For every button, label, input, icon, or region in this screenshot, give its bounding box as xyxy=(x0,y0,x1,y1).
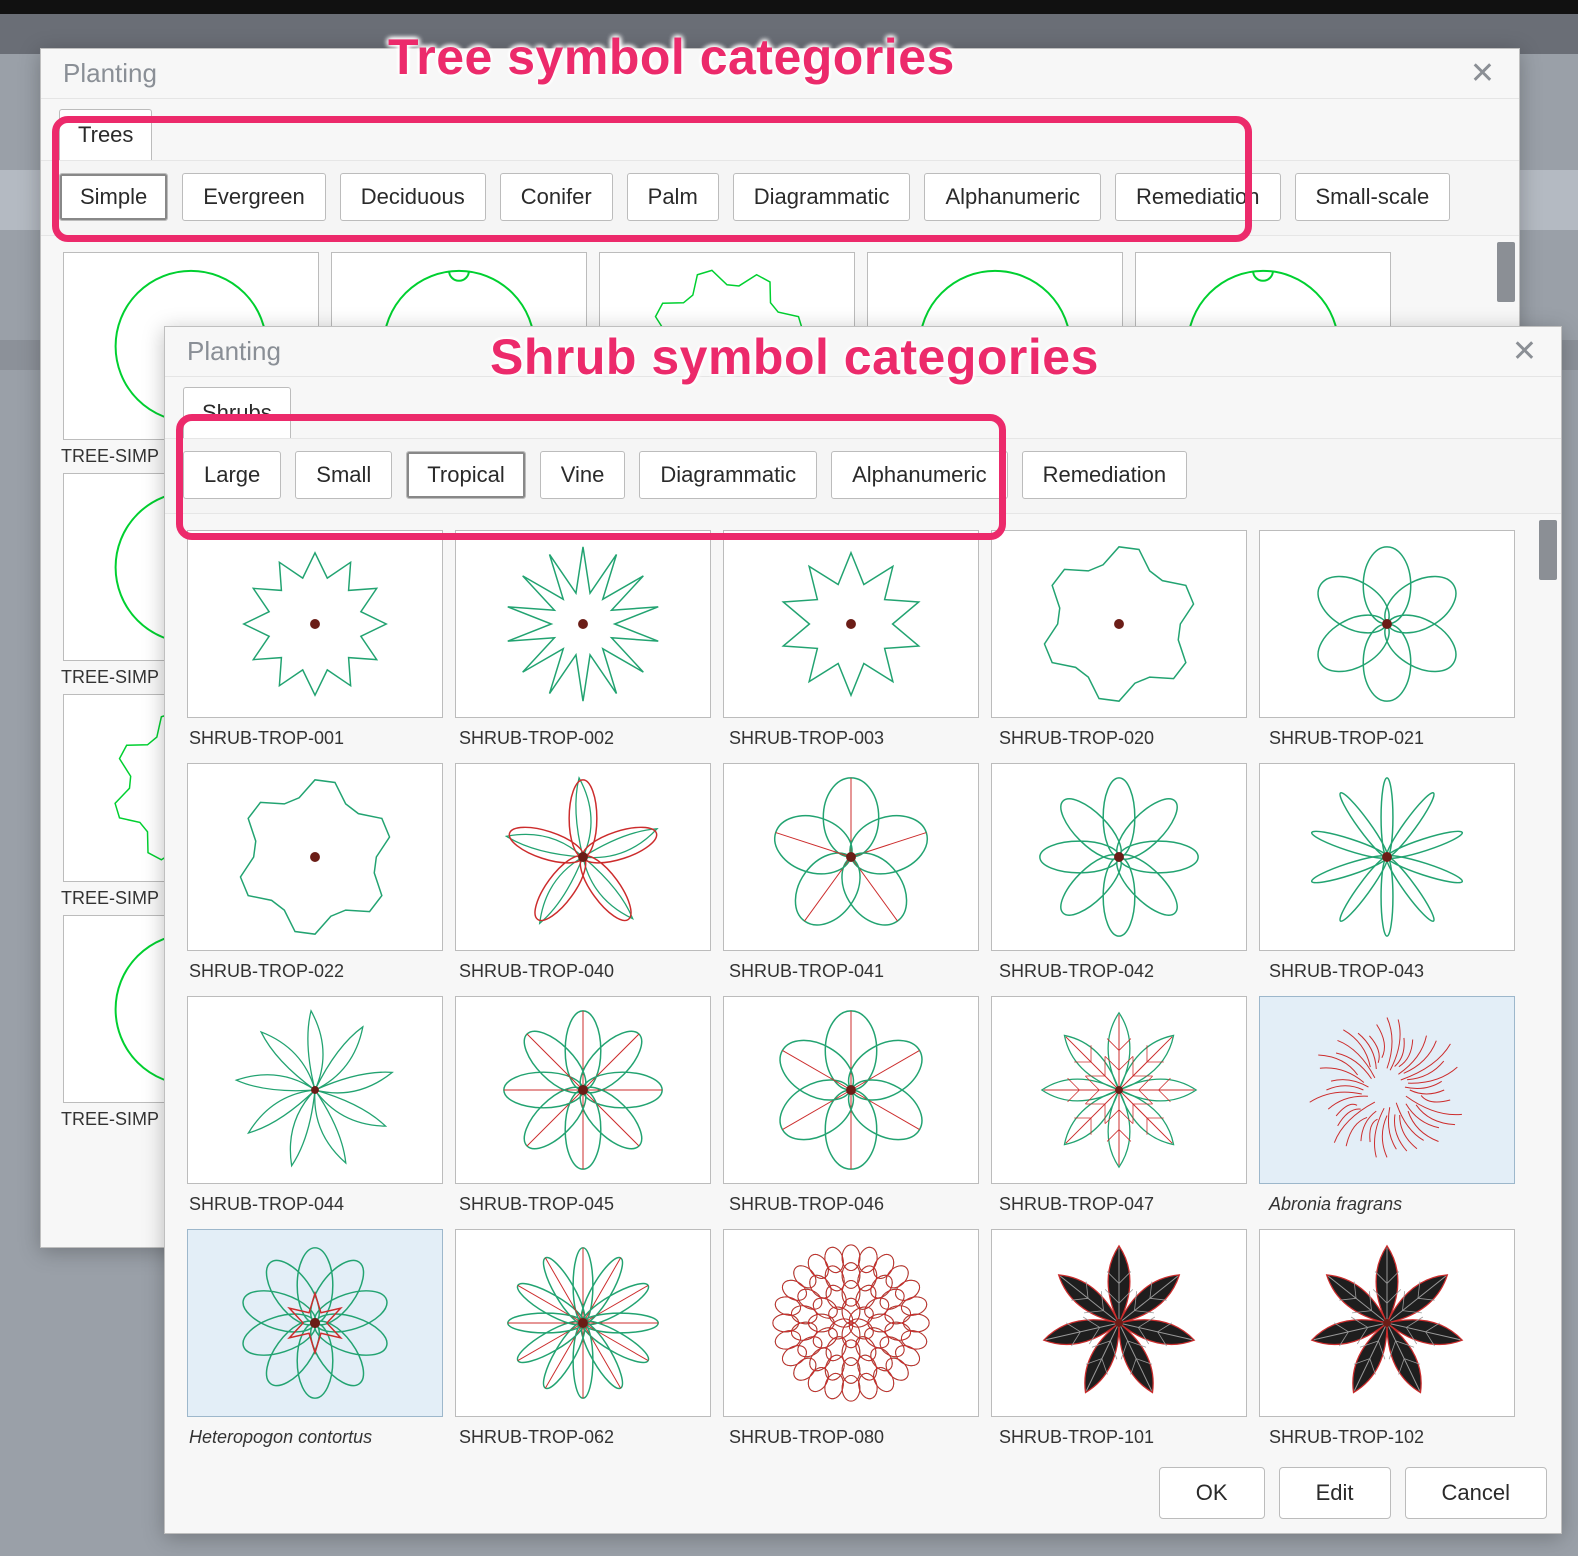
shrub-thumb-label: SHRUB-TROP-080 xyxy=(729,1427,985,1448)
shrub-thumb-label: Abronia fragrans xyxy=(1269,1194,1525,1215)
category-btn-large[interactable]: Large xyxy=(183,451,281,499)
category-btn-tropical[interactable]: Tropical xyxy=(406,451,525,499)
category-row-trees: Simple Evergreen Deciduous Conifer Palm Diagr… xyxy=(41,160,1519,236)
dialog-title: Planting xyxy=(187,336,281,367)
category-btn-small-scale[interactable]: Small-scale xyxy=(1295,173,1451,221)
shrub-thumb[interactable] xyxy=(723,1229,979,1417)
dialog-header: Planting ✕ xyxy=(41,49,1519,99)
shrub-thumb-label: SHRUB-TROP-002 xyxy=(459,728,715,749)
shrub-thumb[interactable] xyxy=(991,763,1247,951)
category-btn-simple[interactable]: Simple xyxy=(59,173,168,221)
tab-row: Shrubs xyxy=(165,377,1561,438)
shrub-thumb-label: SHRUB-TROP-020 xyxy=(999,728,1255,749)
category-btn-diagrammatic[interactable]: Diagrammatic xyxy=(639,451,817,499)
shrub-thumb-label: SHRUB-TROP-101 xyxy=(999,1427,1255,1448)
app-titlebar xyxy=(0,0,1578,14)
shrub-thumb-label: SHRUB-TROP-044 xyxy=(189,1194,445,1215)
shrub-thumb-label: SHRUB-TROP-102 xyxy=(1269,1427,1525,1448)
shrub-thumb-label: SHRUB-TROP-021 xyxy=(1269,728,1525,749)
shrub-thumb[interactable] xyxy=(1259,996,1515,1184)
shrub-thumb-label: SHRUB-TROP-041 xyxy=(729,961,985,982)
tab-row: Trees xyxy=(41,99,1519,160)
shrub-thumb[interactable] xyxy=(991,530,1247,718)
dialog-title: Planting xyxy=(63,58,157,89)
close-icon[interactable]: ✕ xyxy=(1464,54,1501,93)
tab-shrubs[interactable]: Shrubs xyxy=(183,387,291,438)
shrub-thumb[interactable] xyxy=(723,763,979,951)
category-btn-alphanumeric[interactable]: Alphanumeric xyxy=(831,451,1008,499)
shrub-thumb[interactable] xyxy=(723,996,979,1184)
category-btn-remediation[interactable]: Remediation xyxy=(1022,451,1188,499)
scrollbar-thumb[interactable] xyxy=(1497,242,1515,302)
shrub-thumb-label: SHRUB-TROP-042 xyxy=(999,961,1255,982)
shrub-thumb[interactable] xyxy=(455,530,711,718)
close-icon[interactable]: ✕ xyxy=(1506,332,1543,371)
tab-trees[interactable]: Trees xyxy=(59,109,152,160)
shrub-thumb[interactable] xyxy=(187,1229,443,1417)
scrollbar-thumb[interactable] xyxy=(1539,520,1557,580)
shrub-thumb-label: SHRUB-TROP-062 xyxy=(459,1427,715,1448)
shrub-thumb[interactable] xyxy=(1259,763,1515,951)
shrub-thumb[interactable] xyxy=(723,530,979,718)
shrub-thumb[interactable] xyxy=(187,763,443,951)
shrub-thumb-label: SHRUB-TROP-047 xyxy=(999,1194,1255,1215)
shrub-thumb[interactable] xyxy=(455,763,711,951)
shrub-thumb-label: SHRUB-TROP-003 xyxy=(729,728,985,749)
category-btn-deciduous[interactable]: Deciduous xyxy=(340,173,486,221)
thumbnail-grid-shrubs: SHRUB-TROP-001 SHRUB-TROP-002 SHRUB-TROP-0… xyxy=(165,514,1561,1486)
shrub-thumb-label: SHRUB-TROP-043 xyxy=(1269,961,1525,982)
category-btn-vine[interactable]: Vine xyxy=(540,451,626,499)
shrub-thumb[interactable] xyxy=(1259,530,1515,718)
cancel-button[interactable]: Cancel xyxy=(1405,1467,1547,1519)
dialog-footer: OK Edit Cancel xyxy=(1159,1467,1547,1519)
category-btn-diagrammatic[interactable]: Diagrammatic xyxy=(733,173,911,221)
ok-button[interactable]: OK xyxy=(1159,1467,1265,1519)
edit-button[interactable]: Edit xyxy=(1279,1467,1391,1519)
shrub-thumb[interactable] xyxy=(1259,1229,1515,1417)
shrub-thumb-label: SHRUB-TROP-045 xyxy=(459,1194,715,1215)
shrub-thumb[interactable] xyxy=(991,996,1247,1184)
shrub-thumb[interactable] xyxy=(991,1229,1247,1417)
shrub-thumb[interactable] xyxy=(455,996,711,1184)
shrub-thumb[interactable] xyxy=(187,996,443,1184)
category-btn-conifer[interactable]: Conifer xyxy=(500,173,613,221)
category-btn-alphanumeric[interactable]: Alphanumeric xyxy=(924,173,1101,221)
dialog-header: Planting ✕ xyxy=(165,327,1561,377)
planting-dialog-shrubs: Planting ✕ Shrubs Large Small Tropical Vine… xyxy=(164,326,1562,1534)
category-btn-palm[interactable]: Palm xyxy=(627,173,719,221)
shrub-thumb-label: SHRUB-TROP-001 xyxy=(189,728,445,749)
category-row-shrubs: Large Small Tropical Vine Diagrammatic Alphan… xyxy=(165,438,1561,514)
shrub-thumb-label: SHRUB-TROP-046 xyxy=(729,1194,985,1215)
shrub-thumb-label: Heteropogon contortus xyxy=(189,1427,445,1448)
category-btn-small[interactable]: Small xyxy=(295,451,392,499)
category-btn-remediation[interactable]: Remediation xyxy=(1115,173,1281,221)
shrub-thumb[interactable] xyxy=(455,1229,711,1417)
shrub-thumb-label: SHRUB-TROP-022 xyxy=(189,961,445,982)
shrub-thumb[interactable] xyxy=(187,530,443,718)
shrub-thumb-label: SHRUB-TROP-040 xyxy=(459,961,715,982)
category-btn-evergreen[interactable]: Evergreen xyxy=(182,173,326,221)
